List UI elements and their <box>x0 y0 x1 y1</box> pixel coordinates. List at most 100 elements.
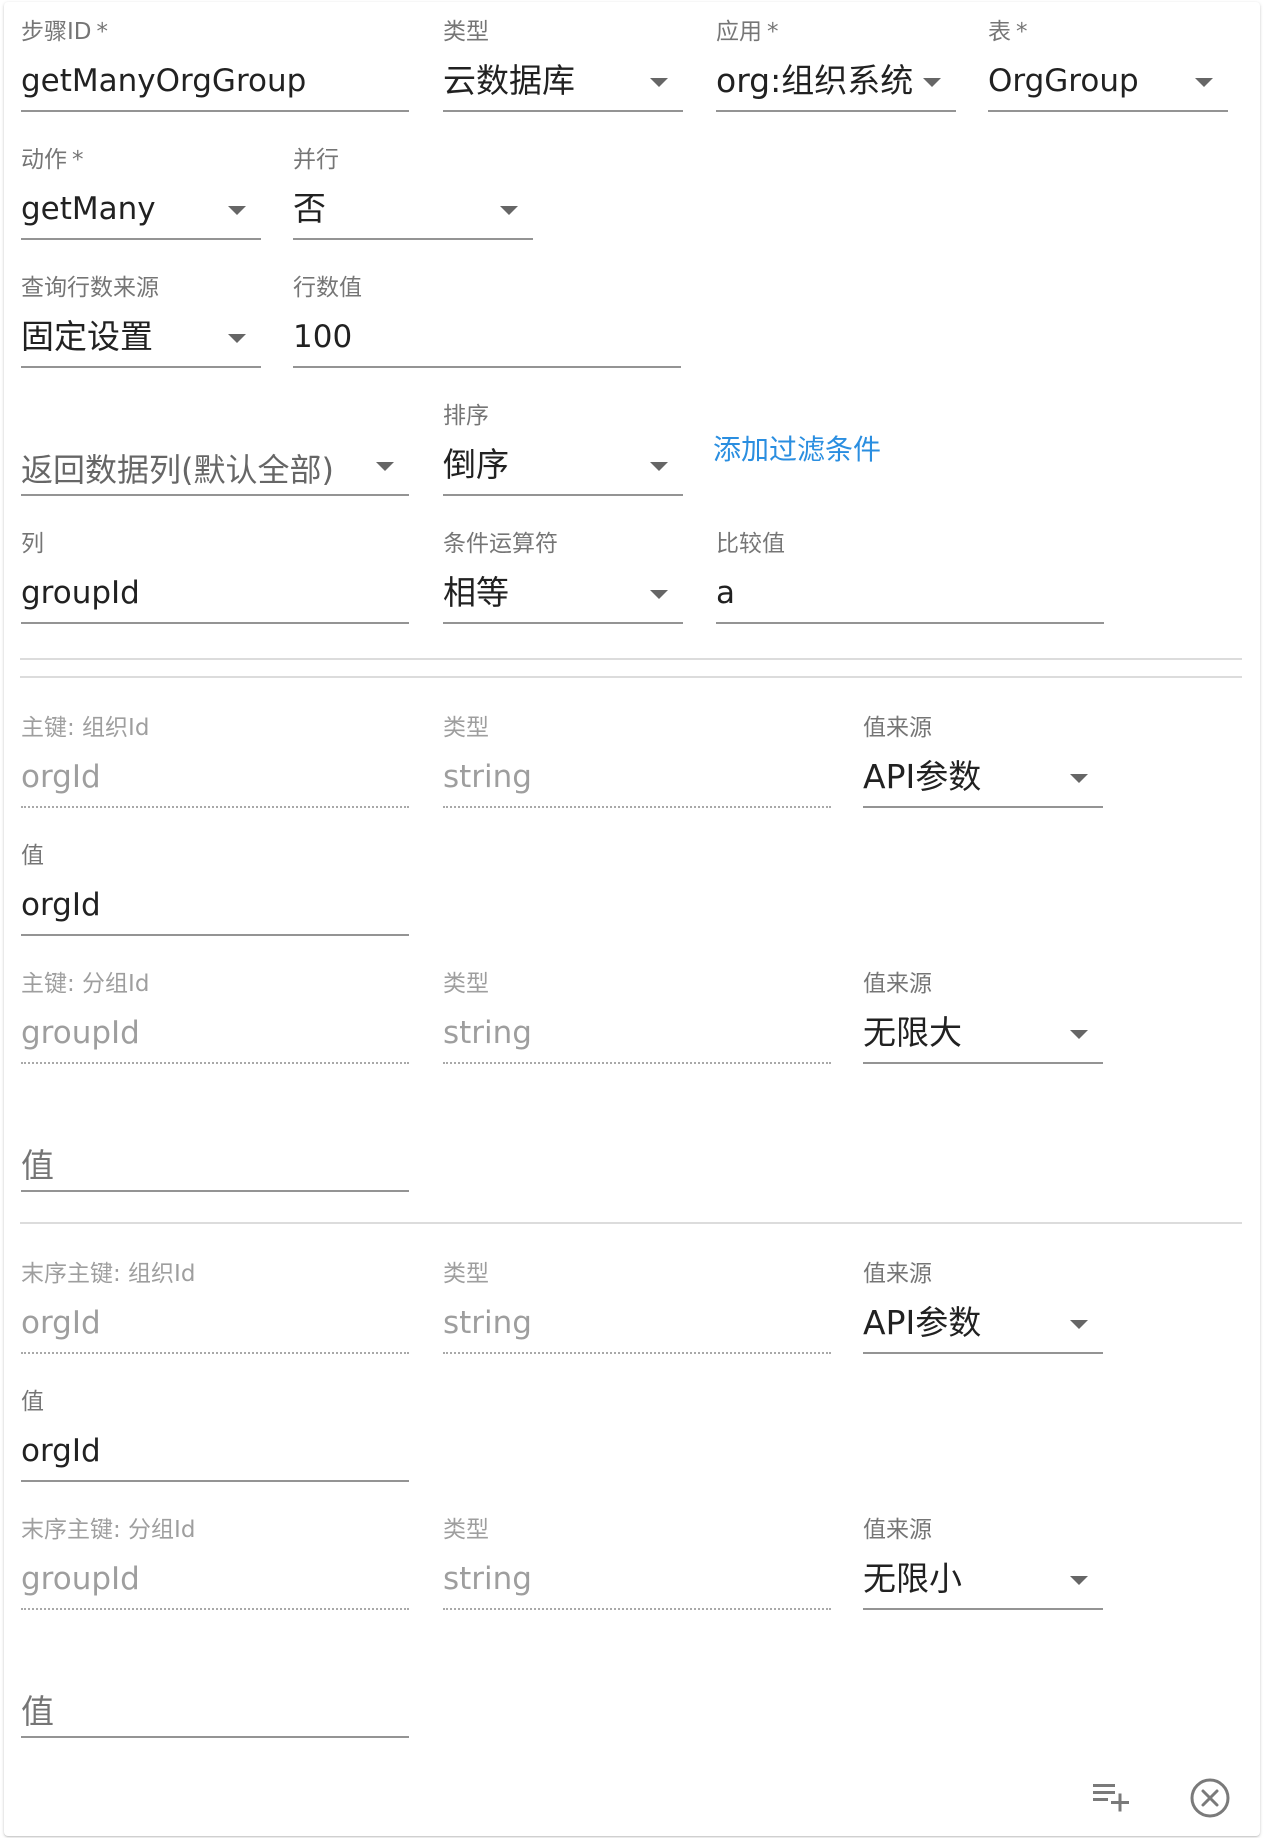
ek2-source-value: 无限小 <box>863 1559 962 1598</box>
table-value: OrgGroup <box>988 63 1139 99</box>
pk1-source-label: 值来源 <box>863 715 932 741</box>
pk2-source-underline <box>863 1062 1103 1064</box>
ek2-value-placeholder: 值 <box>21 1692 54 1731</box>
return-columns-placeholder: 返回数据列(默认全部) <box>21 451 334 489</box>
ek2-source-select[interactable]: 值来源 无限小 <box>863 1498 1103 1610</box>
ek2-type-label: 类型 <box>443 1517 489 1543</box>
pk1-source-select[interactable]: 值来源 API参数 <box>863 696 1103 808</box>
type-value: 云数据库 <box>443 61 575 100</box>
filter-compare-value[interactable]: a <box>716 572 735 614</box>
ek2-value-field[interactable]: 值 <box>21 1626 409 1738</box>
pk2-name-underline <box>21 1062 409 1064</box>
dropdown-arrow-icon[interactable] <box>376 462 394 471</box>
add-filter-link[interactable]: 添加过滤条件 <box>713 432 881 468</box>
pk2-source-label: 值来源 <box>863 971 932 997</box>
action-underline <box>21 238 261 240</box>
action-value: getMany <box>21 191 156 227</box>
ek1-value[interactable]: orgId <box>21 1430 101 1472</box>
ek1-type-underline <box>443 1352 831 1354</box>
dropdown-arrow-icon[interactable] <box>500 206 518 215</box>
table-select[interactable]: 表 * OrgGroup <box>988 0 1228 112</box>
step-id-field[interactable]: 步骤ID * getManyOrgGroup <box>21 0 409 112</box>
playlist-add-icon[interactable] <box>1088 1774 1136 1822</box>
dropdown-arrow-icon[interactable] <box>650 590 668 599</box>
row-count-value[interactable]: 100 <box>293 316 352 358</box>
return-columns-select[interactable]: 返回数据列(默认全部) <box>21 384 409 496</box>
pk1-name-value: orgId <box>21 759 101 795</box>
pk2-name-field: 主键: 分组Id groupId <box>21 952 409 1064</box>
pk1-source-underline <box>863 806 1103 808</box>
filter-compare-value-field[interactable]: 比较值 a <box>716 512 1104 624</box>
pk1-value-label: 值 <box>21 843 44 869</box>
dropdown-arrow-icon[interactable] <box>228 334 246 343</box>
type-underline <box>443 110 683 112</box>
ek2-type-value: string <box>443 1561 532 1597</box>
ek2-source-underline <box>863 1608 1103 1610</box>
ek1-value-field[interactable]: 值 orgId <box>21 1370 409 1482</box>
section-divider <box>20 676 1242 678</box>
app-select[interactable]: 应用 * org:组织系统 <box>716 0 956 112</box>
pk1-type-label: 类型 <box>443 715 489 741</box>
pk2-source-select[interactable]: 值来源 无限大 <box>863 952 1103 1064</box>
ek1-type-value: string <box>443 1305 532 1341</box>
pk2-value-placeholder: 值 <box>21 1146 54 1185</box>
ek2-type-field: 类型 string <box>443 1498 831 1610</box>
dropdown-arrow-icon[interactable] <box>1070 774 1088 783</box>
action-label: 动作 * <box>21 147 84 173</box>
step-id-label: 步骤ID * <box>21 19 108 45</box>
parallel-select[interactable]: 并行 否 <box>293 128 533 240</box>
dropdown-arrow-icon[interactable] <box>1070 1030 1088 1039</box>
close-circle-icon[interactable] <box>1186 1774 1234 1822</box>
step-id-value[interactable]: getManyOrgGroup <box>21 60 306 102</box>
filter-column-underline <box>21 622 409 624</box>
ek1-source-select[interactable]: 值来源 API参数 <box>863 1242 1103 1354</box>
row-count-value-underline <box>293 366 681 368</box>
pk2-type-underline <box>443 1062 831 1064</box>
action-select[interactable]: 动作 * getMany <box>21 128 261 240</box>
ek1-type-field: 类型 string <box>443 1242 831 1354</box>
ek2-name-label: 末序主键: 分组Id <box>21 1517 196 1543</box>
filter-column-label: 列 <box>21 531 44 557</box>
pk1-value-underline <box>21 934 409 936</box>
ek2-name-field: 末序主键: 分组Id groupId <box>21 1498 409 1610</box>
type-select[interactable]: 类型 云数据库 <box>443 0 683 112</box>
pk1-value-field[interactable]: 值 orgId <box>21 824 409 936</box>
pk1-type-field: 类型 string <box>443 696 831 808</box>
dropdown-arrow-icon[interactable] <box>228 206 246 215</box>
ek1-name-field: 末序主键: 组织Id orgId <box>21 1242 409 1354</box>
filter-column-field[interactable]: 列 groupId <box>21 512 409 624</box>
dropdown-arrow-icon[interactable] <box>650 78 668 87</box>
dropdown-arrow-icon[interactable] <box>1070 1576 1088 1585</box>
row-count-value-label: 行数值 <box>293 275 362 301</box>
filter-compare-value-underline <box>716 622 1104 624</box>
dropdown-arrow-icon[interactable] <box>923 78 941 87</box>
pk1-type-underline <box>443 806 831 808</box>
filter-operator-select[interactable]: 条件运算符 相等 <box>443 512 683 624</box>
row-count-value-field[interactable]: 行数值 100 <box>293 256 681 368</box>
dropdown-arrow-icon[interactable] <box>1195 78 1213 87</box>
filter-column-value[interactable]: groupId <box>21 572 140 614</box>
parallel-label: 并行 <box>293 147 339 173</box>
table-label: 表 * <box>988 19 1028 45</box>
ek1-source-underline <box>863 1352 1103 1354</box>
ek1-type-label: 类型 <box>443 1261 489 1287</box>
pk2-value-field[interactable]: 值 <box>21 1080 409 1192</box>
pk2-type-value: string <box>443 1015 532 1051</box>
sort-underline <box>443 494 683 496</box>
table-underline <box>988 110 1228 112</box>
ek1-name-label: 末序主键: 组织Id <box>21 1261 196 1287</box>
ek1-name-underline <box>21 1352 409 1354</box>
app-underline <box>716 110 956 112</box>
row-count-source-select[interactable]: 查询行数来源 固定设置 <box>21 256 261 368</box>
type-label: 类型 <box>443 19 489 45</box>
ek2-name-value: groupId <box>21 1561 140 1597</box>
parallel-value: 否 <box>293 189 326 228</box>
dropdown-arrow-icon[interactable] <box>1070 1320 1088 1329</box>
pk1-name-label: 主键: 组织Id <box>21 715 150 741</box>
sort-select[interactable]: 排序 倒序 <box>443 384 683 496</box>
pk1-value[interactable]: orgId <box>21 884 101 926</box>
app-value: org:组织系统 <box>716 61 914 100</box>
pk2-value-underline <box>21 1190 409 1192</box>
dropdown-arrow-icon[interactable] <box>650 462 668 471</box>
ek2-source-label: 值来源 <box>863 1517 932 1543</box>
